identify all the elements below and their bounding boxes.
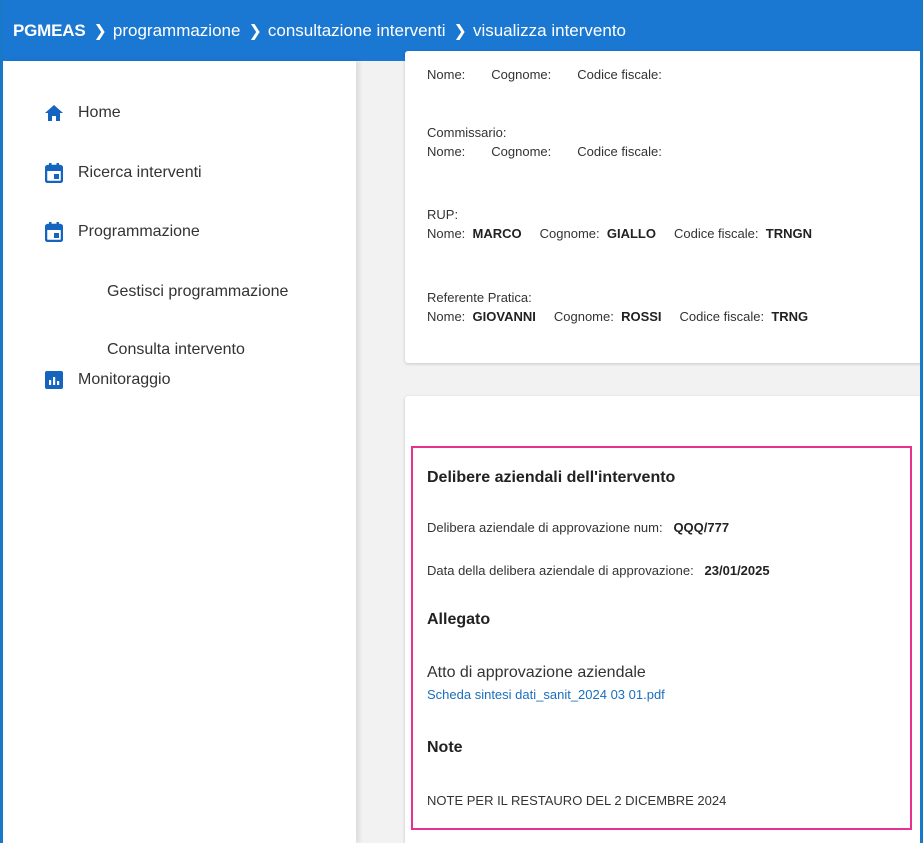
sidebar-item-label: Programmazione bbox=[78, 223, 200, 240]
nome-label: Nome: bbox=[427, 226, 466, 241]
delibera-num-row: Delibera aziendale di approvazione num: … bbox=[427, 520, 729, 535]
delibere-card: Delibere aziendali dell'intervento Delib… bbox=[405, 396, 920, 843]
delibera-num-value: QQQ/777 bbox=[673, 520, 730, 535]
nome-label: Nome: bbox=[427, 309, 466, 324]
delibera-num-label: Delibera aziendale di approvazione num: bbox=[427, 520, 663, 535]
cognome-label: Cognome: bbox=[553, 309, 614, 324]
cf-label: Codice fiscale: bbox=[679, 309, 765, 324]
chevron-right-icon: ❯ bbox=[248, 22, 262, 40]
sidebar-item-ricerca-interventi[interactable]: Ricerca interventi bbox=[44, 163, 202, 183]
cognome-label: Cognome: bbox=[491, 144, 552, 159]
app-frame: PGMEAS ❯ programmazione ❯ consultazione … bbox=[0, 0, 923, 843]
commissario-label: Commissario: bbox=[427, 125, 507, 140]
delibera-data-label: Data della delibera aziendale di approva… bbox=[427, 563, 694, 578]
breadcrumb-item-current: visualizza intervento bbox=[472, 20, 627, 40]
sidebar-subitem-gestisci-programmazione[interactable]: Gestisci programmazione bbox=[107, 283, 288, 301]
sidebar-item-home[interactable]: Home bbox=[44, 103, 121, 123]
rup-nome: MARCO bbox=[472, 226, 522, 241]
referente-label: Referente Pratica: bbox=[427, 290, 532, 305]
bar-chart-icon bbox=[44, 370, 64, 390]
row-commissario: Nome: Cognome: Codice fiscale: bbox=[427, 144, 662, 159]
row-rup: Nome: MARCO Cognome: GIALLO Codice fiscale… bbox=[427, 226, 812, 241]
cognome-label: Cognome: bbox=[491, 67, 552, 82]
cognome-label: Cognome: bbox=[539, 226, 600, 241]
allegato-file-link[interactable]: Scheda sintesi dati_sanit_2024 03 01.pdf bbox=[427, 687, 665, 702]
sidebar-item-label: Ricerca interventi bbox=[78, 164, 202, 181]
breadcrumb-item-programmazione[interactable]: programmazione bbox=[113, 21, 241, 41]
row-referente: Nome: GIOVANNI Cognome: ROSSI Codice fisca… bbox=[427, 309, 808, 324]
calendar-icon bbox=[44, 163, 64, 183]
note-text: NOTE PER IL RESTAURO DEL 2 DICEMBRE 2024 bbox=[427, 793, 727, 808]
rup-label: RUP: bbox=[427, 207, 459, 222]
nome-label: Nome: bbox=[427, 67, 466, 82]
people-card: Nome: Cognome: Codice fiscale: Commissario… bbox=[405, 51, 920, 363]
home-icon bbox=[44, 103, 64, 123]
rup-cf: TRNGN bbox=[765, 226, 812, 241]
row-unnamed-1: Nome: Cognome: Codice fiscale: bbox=[427, 67, 662, 82]
delibera-data-row: Data della delibera aziendale di approva… bbox=[427, 563, 770, 578]
sidebar: Home Ricerca interventi Programmazione G… bbox=[6, 61, 356, 843]
cf-label: Codice fiscale: bbox=[673, 226, 759, 241]
sidebar-item-programmazione[interactable]: Programmazione bbox=[44, 222, 200, 242]
sidebar-item-monitoraggio[interactable]: Monitoraggio bbox=[44, 370, 171, 390]
sidebar-item-label: Monitoraggio bbox=[78, 371, 171, 388]
cf-label: Codice fiscale: bbox=[577, 144, 662, 159]
chevron-right-icon: ❯ bbox=[93, 22, 107, 40]
cf-label: Codice fiscale: bbox=[577, 67, 662, 82]
calendar-icon bbox=[44, 222, 64, 242]
delibera-data-value: 23/01/2025 bbox=[704, 563, 770, 578]
delibere-title: Delibere aziendali dell'intervento bbox=[427, 469, 676, 486]
note-title: Note bbox=[427, 739, 463, 756]
sidebar-subitem-consulta-intervento[interactable]: Consulta intervento bbox=[107, 341, 245, 359]
referente-cognome: ROSSI bbox=[621, 309, 662, 324]
breadcrumb-brand[interactable]: PGMEAS bbox=[13, 21, 86, 41]
main-content: Nome: Cognome: Codice fiscale: Commissario… bbox=[356, 51, 920, 843]
nome-label: Nome: bbox=[427, 144, 466, 159]
rup-cognome: GIALLO bbox=[606, 226, 656, 241]
breadcrumb-item-consultazione[interactable]: consultazione interventi bbox=[268, 21, 446, 41]
allegato-type: Atto di approvazione aziendale bbox=[427, 664, 646, 681]
chevron-right-icon: ❯ bbox=[453, 22, 467, 40]
allegato-title: Allegato bbox=[427, 611, 491, 628]
referente-cf: TRNG bbox=[771, 309, 809, 324]
sidebar-item-label: Home bbox=[78, 104, 121, 121]
referente-nome: GIOVANNI bbox=[472, 309, 536, 324]
